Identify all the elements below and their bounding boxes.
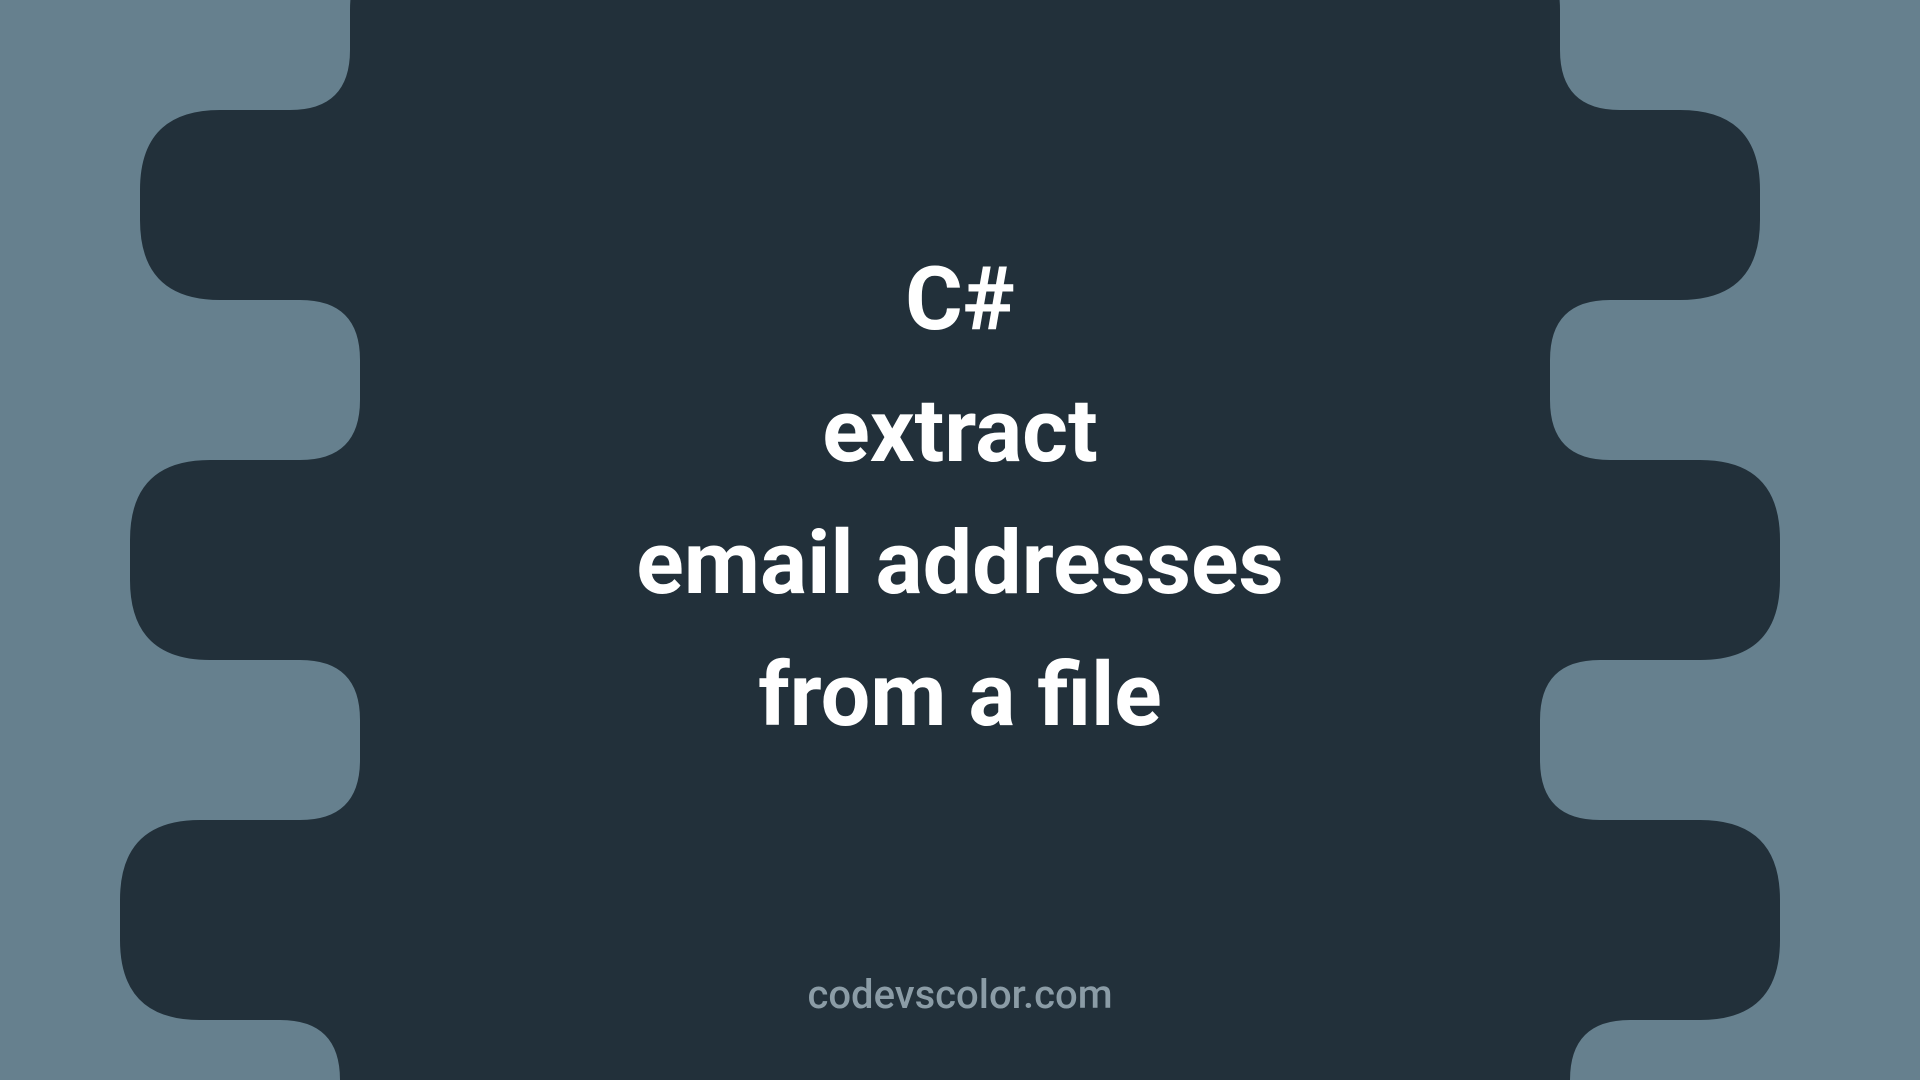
watermark-text: codevscolor.com: [807, 971, 1112, 1018]
title-line-1: C#: [0, 234, 1920, 366]
title-line-2: extract: [0, 366, 1920, 498]
title-line-3: email addresses: [0, 498, 1920, 630]
title-line-4: from a file: [0, 630, 1920, 762]
hero-title: C# extract email addresses from a file: [0, 234, 1920, 762]
